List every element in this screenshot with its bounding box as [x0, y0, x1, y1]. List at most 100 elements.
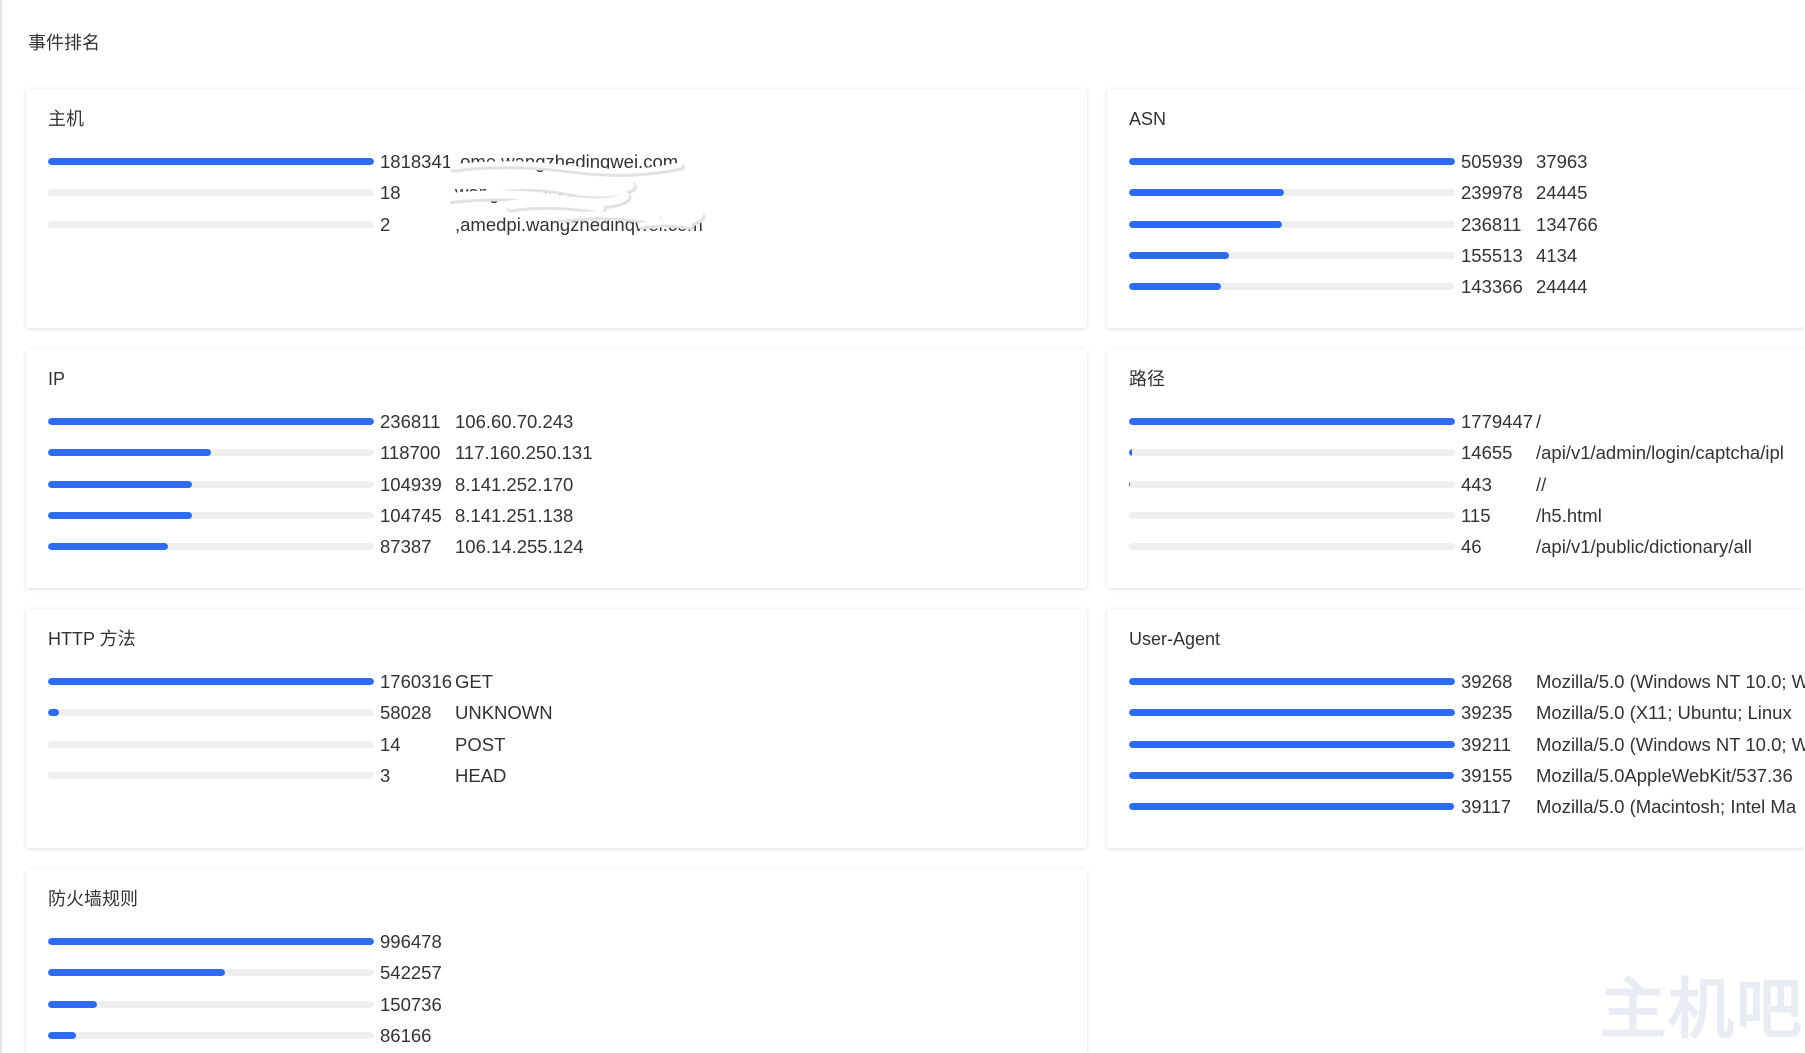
item-label: // — [1536, 473, 1547, 495]
event-count: 505939 — [1461, 151, 1523, 172]
page-title: 事件排名 — [28, 33, 100, 53]
progress-bar-fill — [48, 969, 226, 977]
event-count: 46 — [1461, 536, 1482, 558]
item-label: 4134 — [1536, 244, 1578, 266]
ranking-row: 236811 134766 — [1107, 209, 1805, 240]
event-count: 39235 — [1461, 702, 1513, 724]
card-title: ASN — [1129, 109, 1167, 129]
progress-bar-track — [1129, 220, 1455, 228]
progress-bar-fill — [48, 938, 374, 945]
host-card: 主机 1818341 ,ome.wangzhedinqwei.com 18 wangzh… — [26, 89, 1087, 328]
event-count: 1779447 — [1461, 411, 1534, 432]
progress-bar-track — [1129, 709, 1455, 717]
progress-bar-track — [1129, 678, 1455, 685]
progress-bar-track — [48, 740, 374, 748]
item-label: UNKNOWN — [455, 702, 553, 724]
progress-bar-track — [48, 449, 374, 457]
ranking-row: 143366 24444 — [1107, 271, 1805, 302]
item-label: GET — [455, 671, 494, 692]
item-label: 24444 — [1536, 276, 1588, 298]
event-count: 86166 — [380, 1024, 432, 1046]
item-label: Mozilla/5.0 (Macintosh; Intel Ma — [1536, 796, 1797, 818]
progress-bar-fill — [48, 543, 169, 551]
item-label: 24445 — [1536, 182, 1588, 204]
watermark: 主机吧 — [1600, 970, 1804, 1048]
ranking-row: 46/api/v1/public/dictionary/all — [1107, 531, 1805, 562]
ranking-row: 39117 Mozilla/5.0 (Macintosh; Intel Ma — [1107, 791, 1805, 822]
progress-bar-fill — [1129, 418, 1455, 425]
event-count: 39268 — [1461, 671, 1513, 692]
ranking-row: 39155 Mozilla/5.0AppleWebKit/537.36 — [1107, 760, 1805, 791]
event-count: 239978 — [1461, 182, 1523, 204]
ranking-row: 39268 Mozilla/5.0 (Windows NT 10.0; W — [1107, 666, 1805, 697]
item-label: wangzh di y i.com — [455, 182, 603, 204]
ranking-row: 996478 — [26, 926, 1087, 957]
progress-bar-fill — [48, 511, 193, 519]
progress-bar-fill — [1129, 449, 1132, 457]
event-count: 143366 — [1461, 276, 1523, 298]
event-count: 2 — [380, 213, 391, 235]
item-label: POST — [455, 733, 506, 755]
progress-bar-fill — [48, 1000, 98, 1008]
ranking-row: 39211 Mozilla/5.0 (Windows NT 10.0; W — [1107, 729, 1805, 760]
progress-bar-track — [48, 1031, 374, 1039]
event-count: 87387 — [380, 536, 432, 558]
item-label: 117.160.250.131 — [455, 442, 593, 464]
progress-bar-track — [48, 480, 374, 488]
item-label: / — [1536, 411, 1542, 432]
ranking-row: 14655/api/v1/admin/login/captcha/ipl — [1107, 437, 1805, 468]
progress-bar-track — [48, 969, 374, 977]
ranking-row: 87387 106.14.255.124 — [26, 531, 1087, 562]
item-label: 134766 — [1536, 213, 1598, 235]
progress-bar-fill — [48, 158, 374, 165]
left-border — [0, 0, 2, 1053]
ranking-list: 1818341 ,ome.wangzhedinqwei.com 18 wangzh d… — [26, 146, 1087, 240]
progress-bar-track — [1129, 740, 1455, 748]
ranking-row: 115/h5.html — [1107, 500, 1805, 531]
event-count: 104939 — [380, 473, 442, 495]
progress-bar-track — [1129, 543, 1455, 551]
progress-bar-track — [48, 1000, 374, 1008]
ranking-row: 155513 4134 — [1107, 240, 1805, 271]
progress-bar-fill — [1129, 678, 1455, 685]
firewall-rule-card: 防火墙规则 996478 542257 150736 86166 — [26, 869, 1087, 1053]
ranking-row: 505939 37963 — [1107, 146, 1805, 177]
event-count: 150736 — [380, 993, 442, 1015]
progress-bar-track — [1129, 418, 1455, 425]
ranking-row: 86166 — [26, 1020, 1087, 1051]
ranking-row: 1779447/ — [1107, 406, 1805, 437]
card-title: 主机 — [48, 109, 84, 129]
event-count: 1818341 — [380, 151, 453, 172]
item-label: /h5.html — [1536, 504, 1602, 526]
progress-bar-fill — [48, 709, 59, 717]
event-count: 58028 — [380, 702, 432, 724]
event-count: 39155 — [1461, 764, 1513, 786]
ranking-row: 18 wangzh di y i.com — [26, 177, 1087, 208]
card-title: IP — [48, 369, 66, 389]
progress-bar-fill — [1129, 283, 1222, 291]
ranking-row: 443 // — [1107, 469, 1805, 500]
ranking-row: 1818341 ,ome.wangzhedinqwei.com — [26, 146, 1087, 177]
ranking-row: 150736 — [26, 989, 1087, 1020]
ranking-row: 542257 — [26, 957, 1087, 988]
item-label: 37963 — [1536, 151, 1588, 172]
event-count: 39117 — [1461, 796, 1512, 818]
progress-bar-track — [48, 771, 374, 779]
ranking-list: 1760316 GET 58028 UNKNOWN 14 POST 3 HEAD — [26, 666, 1087, 791]
ranking-row: 104745 8.141.251.138 — [26, 500, 1087, 531]
item-label: 8.141.252.170 — [455, 473, 574, 495]
ranking-list: 996478 542257 150736 86166 — [26, 926, 1087, 1051]
item-label: 106.14.255.124 — [455, 536, 584, 558]
progress-bar-fill — [48, 418, 374, 425]
progress-bar-fill — [1129, 189, 1284, 197]
item-label: Mozilla/5.0 (Windows NT 10.0; W — [1536, 671, 1805, 692]
ranking-list: 236811 106.60.70.243 118700 117.160.250.131… — [26, 406, 1087, 562]
event-count: 3 — [380, 764, 391, 786]
ranking-row: 39235 Mozilla/5.0 (X11; Ubuntu; Linux — [1107, 697, 1805, 728]
progress-bar-fill — [1129, 709, 1455, 717]
progress-bar-track — [48, 511, 374, 519]
item-label: 8.141.251.138 — [455, 504, 574, 526]
item-label: 106.60.70.243 — [455, 411, 574, 432]
progress-bar-fill — [1129, 220, 1282, 228]
progress-bar-fill — [48, 480, 193, 488]
